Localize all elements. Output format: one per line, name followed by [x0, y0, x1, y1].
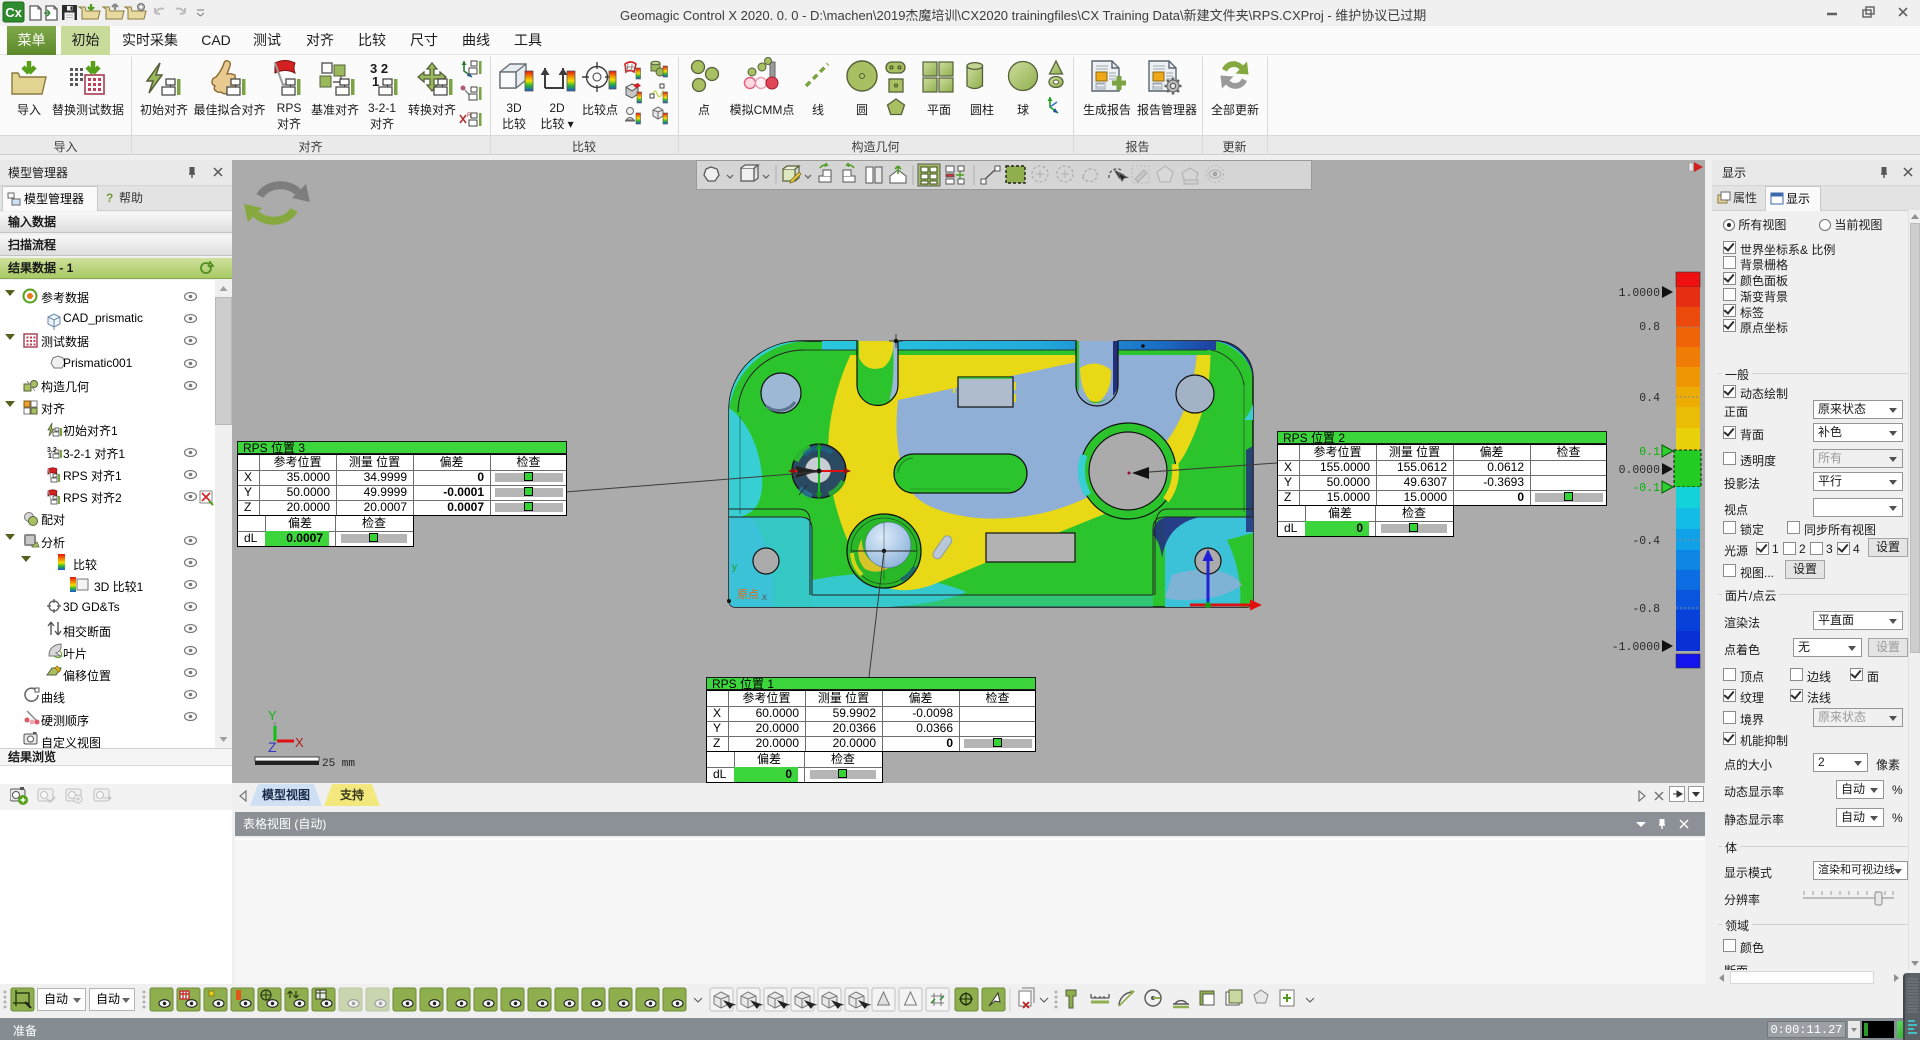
- svg-text:x: x: [762, 592, 767, 603]
- svg-text:0.4: 0.4: [1639, 392, 1660, 405]
- svg-text:原点: 原点: [737, 588, 759, 601]
- svg-text:Z: Z: [268, 739, 277, 755]
- svg-text:-0.1: -0.1: [1632, 482, 1660, 495]
- svg-text:0.0000: 0.0000: [1619, 464, 1661, 477]
- svg-text:-1.0000: -1.0000: [1612, 641, 1660, 654]
- svg-text:1.0000: 1.0000: [1619, 287, 1661, 300]
- svg-text:0.8: 0.8: [1639, 321, 1660, 334]
- svg-text:-0.4: -0.4: [1632, 535, 1660, 548]
- svg-text:Cx: Cx: [5, 5, 22, 20]
- svg-text:-0.8: -0.8: [1632, 603, 1660, 616]
- svg-text:0.1: 0.1: [1639, 446, 1660, 459]
- svg-text:X: X: [295, 735, 304, 750]
- svg-text:Y: Y: [268, 708, 277, 723]
- svg-text:1: 1: [372, 74, 379, 89]
- svg-text:y: y: [732, 562, 737, 573]
- svg-text:25 mm: 25 mm: [322, 758, 355, 770]
